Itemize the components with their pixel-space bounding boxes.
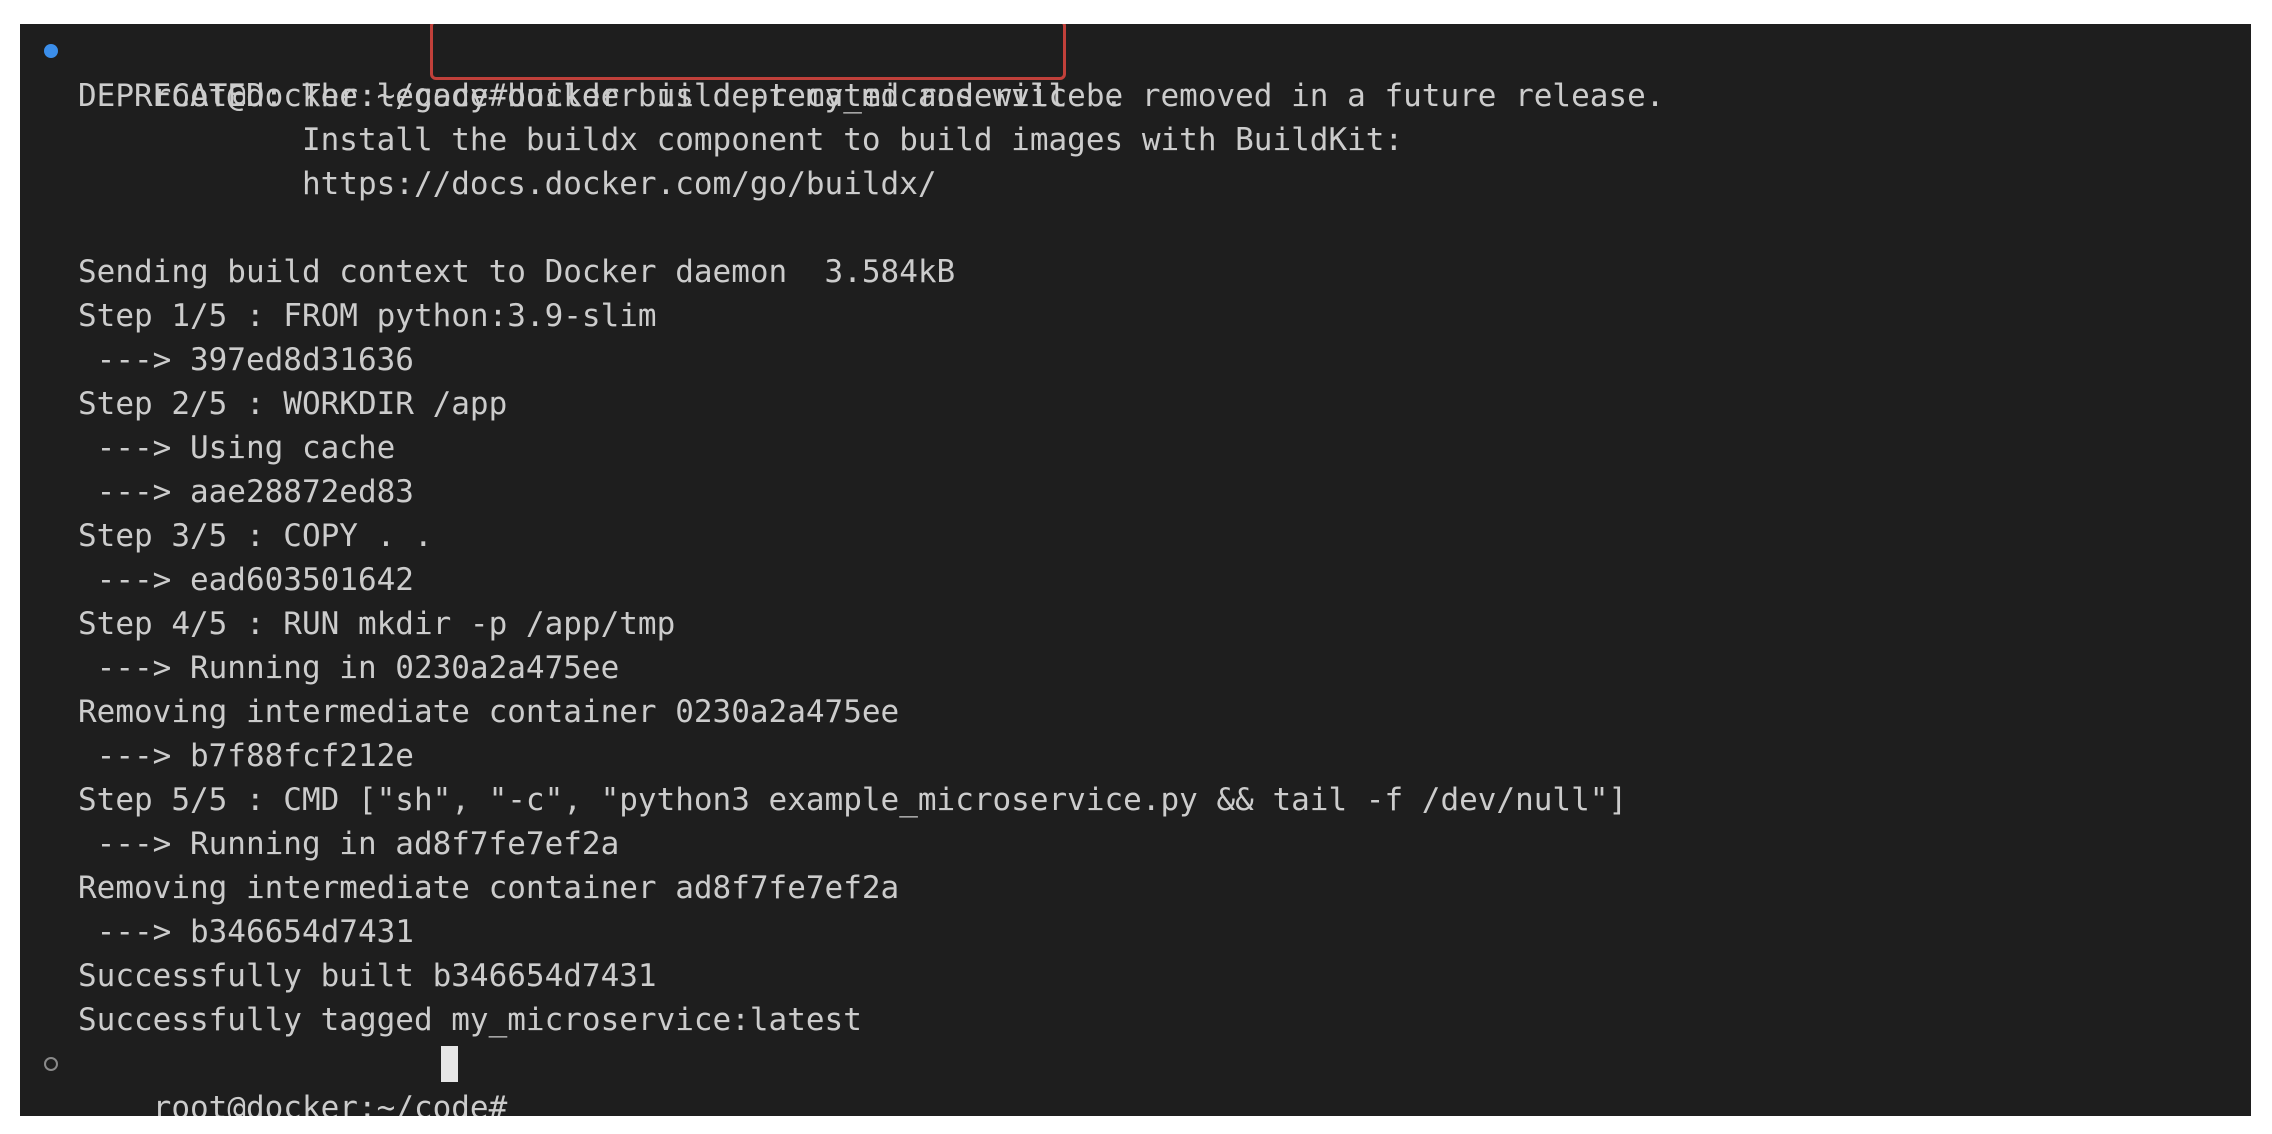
command-highlight-box — [430, 24, 1066, 80]
text-cursor — [441, 1046, 458, 1082]
output-line: Install the buildx component to build im… — [78, 122, 1404, 158]
output-line: Step 5/5 : CMD ["sh", "-c", "python3 exa… — [78, 782, 1628, 818]
output-line: DEPRECATED: The legacy builder is deprec… — [78, 78, 1665, 114]
final-prompt-line[interactable]: root@docker:~/code# — [78, 1042, 526, 1116]
output-line: Sending build context to Docker daemon 3… — [78, 254, 956, 290]
final-prompt: root@docker:~/code# — [152, 1090, 526, 1116]
output-line: ---> aae28872ed83 — [78, 474, 414, 510]
output-line: ---> ead603501642 — [78, 562, 414, 598]
prompt-status-dot[interactable] — [44, 1057, 58, 1071]
output-line: https://docs.docker.com/go/buildx/ — [78, 166, 937, 202]
output-line: Step 3/5 : COPY . . — [78, 518, 433, 554]
command-status-dot[interactable] — [44, 44, 58, 58]
terminal-panel[interactable]: root@docker:~/code#docker build -t my_mi… — [20, 24, 2251, 1116]
output-line: Removing intermediate container ad8f7fe7… — [78, 870, 900, 906]
output-line: ---> 397ed8d31636 — [78, 342, 414, 378]
output-line: ---> b346654d7431 — [78, 914, 414, 950]
output-line: ---> b7f88fcf212e — [78, 738, 414, 774]
output-line: Step 1/5 : FROM python:3.9-slim — [78, 298, 657, 334]
output-line: ---> Running in 0230a2a475ee — [78, 650, 620, 686]
output-line: ---> Using cache — [78, 430, 396, 466]
output-line: Successfully tagged my_microservice:late… — [78, 1002, 862, 1038]
output-line: ---> Running in ad8f7fe7ef2a — [78, 826, 620, 862]
output-line: Step 2/5 : WORKDIR /app — [78, 386, 508, 422]
output-line: Removing intermediate container 0230a2a4… — [78, 694, 900, 730]
output-line: Step 4/5 : RUN mkdir -p /app/tmp — [78, 606, 676, 642]
output-line: Successfully built b346654d7431 — [78, 958, 657, 994]
